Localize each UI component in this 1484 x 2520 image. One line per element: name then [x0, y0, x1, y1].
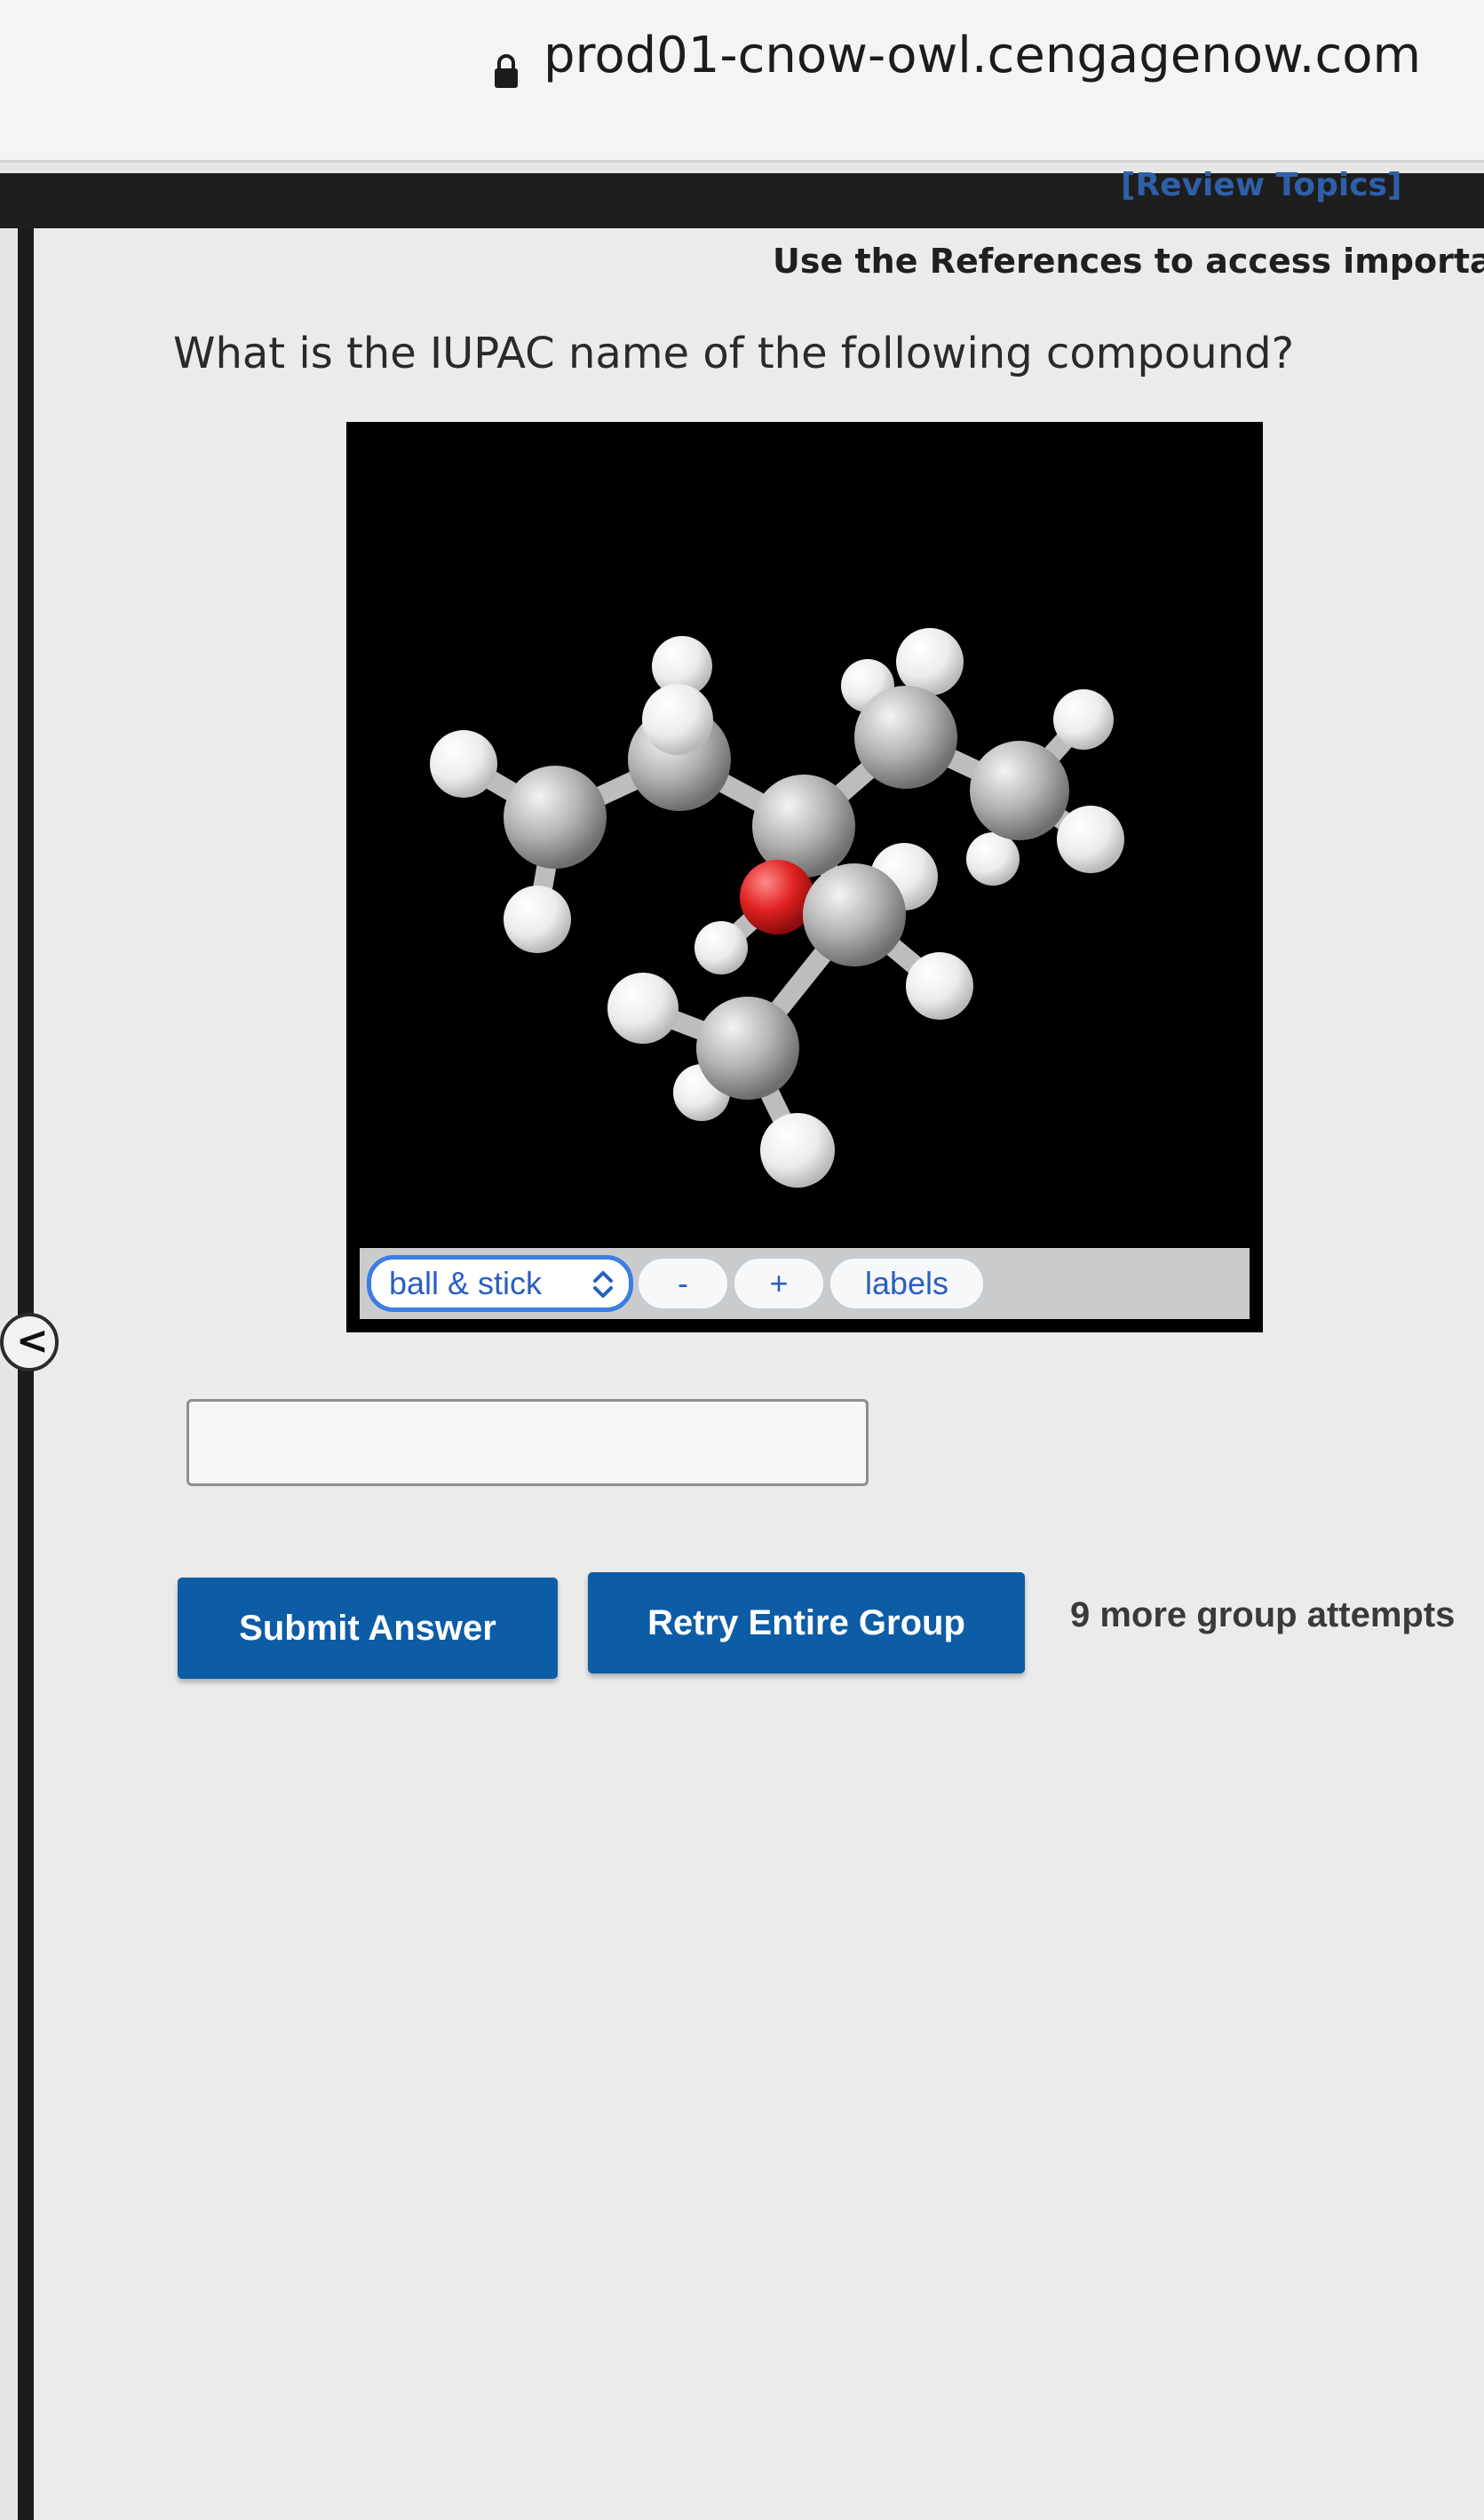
- labels-button[interactable]: labels: [829, 1257, 985, 1310]
- url-text[interactable]: prod01-cnow-owl.cengagenow.com: [544, 27, 1421, 84]
- chevron-left-icon: <: [16, 1318, 49, 1363]
- zoom-in-button[interactable]: +: [733, 1257, 825, 1310]
- hydrogen-atom: [430, 730, 497, 798]
- hydrogen-atom: [694, 921, 748, 974]
- hydrogen-atom: [642, 684, 713, 755]
- display-mode-select[interactable]: ball & stick: [367, 1255, 633, 1312]
- hydrogen-atom: [607, 973, 679, 1044]
- question-text: What is the IUPAC name of the following …: [173, 329, 1295, 378]
- review-topics-link[interactable]: [Review Topics]: [1121, 167, 1401, 203]
- carbon-atom: [504, 766, 607, 869]
- references-notice: Use the References to access important: [773, 242, 1484, 281]
- molecule-canvas[interactable]: [346, 422, 1263, 1248]
- hydrogen-atom: [1053, 689, 1114, 750]
- hydrogen-atom: [760, 1113, 835, 1188]
- browser-address-bar: prod01-cnow-owl.cengagenow.com: [0, 0, 1484, 163]
- attempts-remaining-text: 9 more group attempts: [1070, 1595, 1456, 1634]
- oxygen-atom: [740, 860, 814, 934]
- carbon-atom: [803, 863, 906, 966]
- display-mode-label: ball & stick: [389, 1265, 543, 1301]
- hydrogen-atom: [504, 886, 571, 953]
- submit-answer-button[interactable]: Submit Answer: [178, 1578, 558, 1679]
- carbon-atom: [696, 997, 799, 1100]
- hydrogen-atom: [966, 832, 1020, 886]
- hydrogen-atom: [896, 628, 964, 696]
- zoom-out-button[interactable]: -: [637, 1257, 729, 1310]
- hydrogen-atom: [1057, 806, 1124, 873]
- answer-input[interactable]: [186, 1399, 869, 1486]
- left-frame: [18, 228, 34, 2520]
- viewer-toolbar: ball & stick - + labels: [360, 1248, 1250, 1319]
- retry-entire-group-button[interactable]: Retry Entire Group: [588, 1572, 1025, 1673]
- hydrogen-atom: [906, 952, 973, 1020]
- carbon-atom: [854, 686, 957, 789]
- chevron-updown-icon: [593, 1271, 613, 1298]
- lock-icon: [495, 54, 518, 88]
- carbon-atom: [970, 741, 1069, 840]
- collapse-panel-button[interactable]: <: [0, 1313, 59, 1371]
- molecule-viewer[interactable]: ball & stick - + labels: [346, 422, 1263, 1332]
